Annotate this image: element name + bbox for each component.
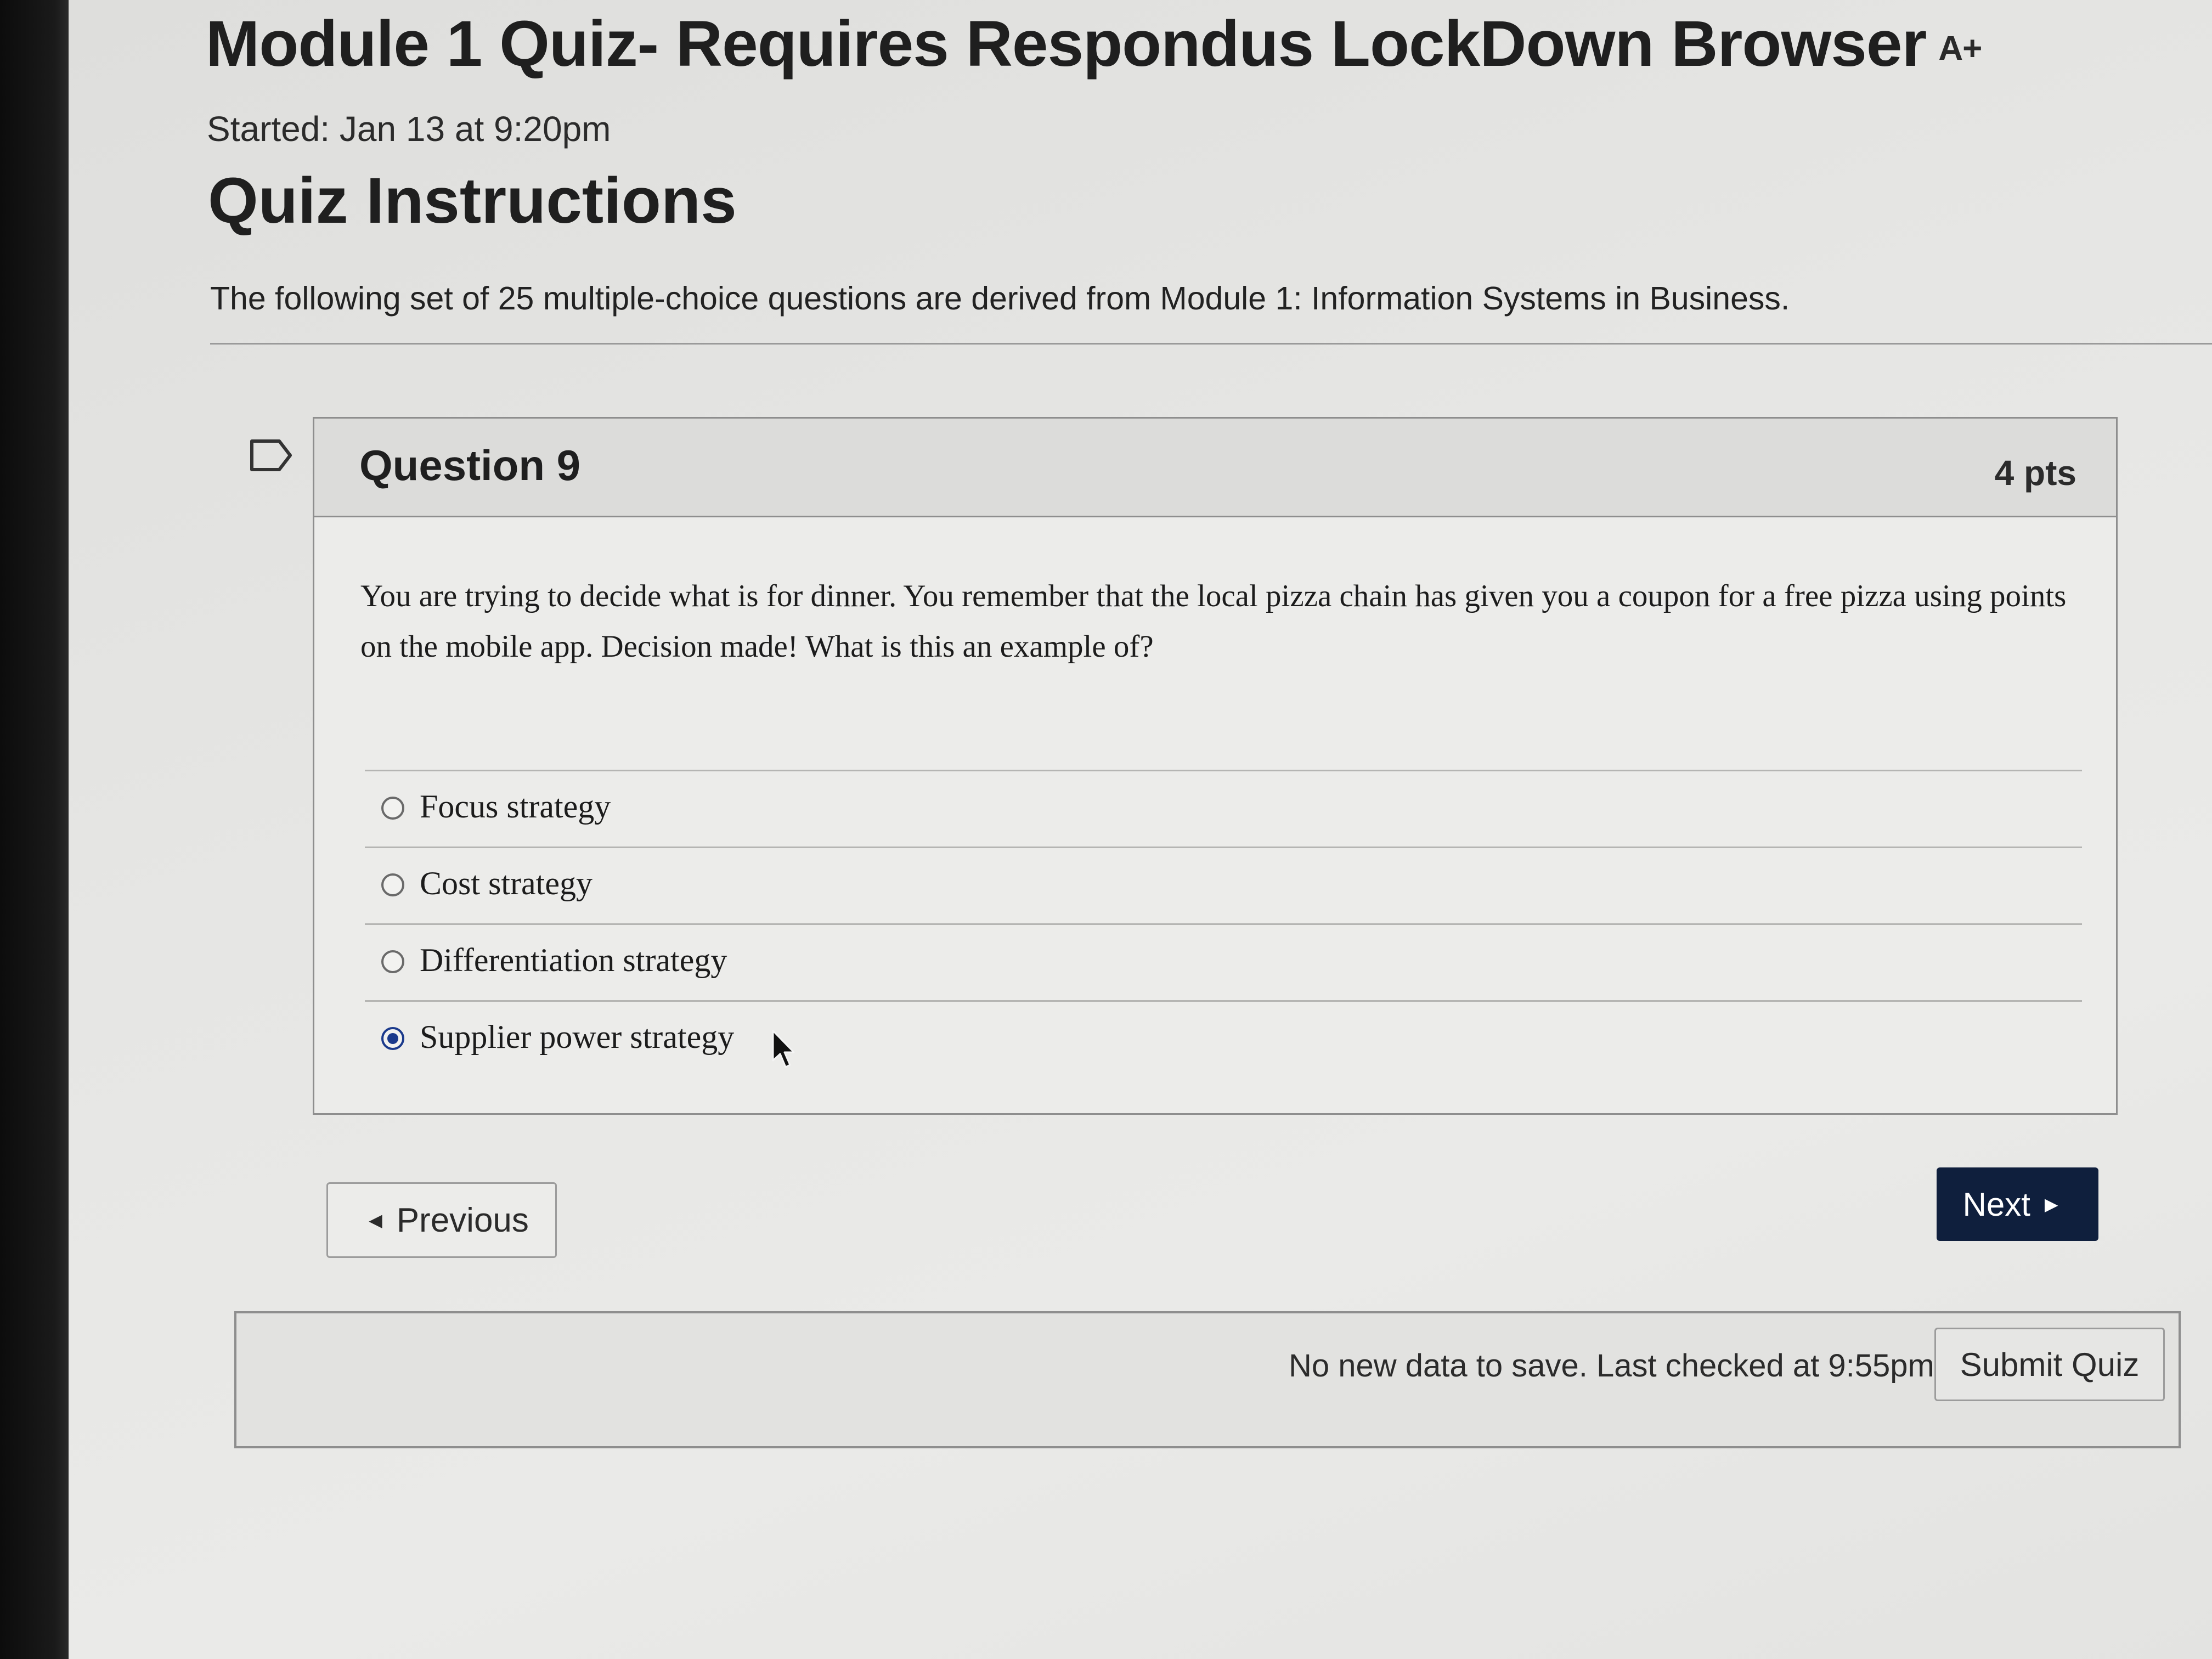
question-header: Question 9 4 pts [314, 419, 2116, 517]
autosave-status: No new data to save. Last checked at 9:5… [1289, 1348, 1934, 1384]
answer-option-cost-strategy[interactable]: Cost strategy [365, 847, 2082, 923]
question-text: You are trying to decide what is for din… [360, 579, 2067, 664]
question-number: Question 9 [359, 441, 581, 489]
caret-left-icon: ◀ [369, 1210, 382, 1230]
answer-label[interactable]: Focus strategy [420, 788, 611, 826]
submit-quiz-button[interactable]: Submit Quiz [1934, 1328, 2165, 1401]
text-size-icon[interactable]: A+ [1938, 29, 1982, 68]
instructions-divider [210, 343, 2212, 345]
quiz-status-bar: No new data to save. Last checked at 9:5… [234, 1311, 2181, 1448]
mouse-pointer-icon [772, 1030, 795, 1068]
question-card: Question 9 4 pts You are trying to decid… [313, 417, 2118, 1115]
answer-label[interactable]: Cost strategy [420, 865, 592, 902]
previous-button[interactable]: ◀ Previous [326, 1182, 557, 1258]
answer-option-focus-strategy[interactable]: Focus strategy [365, 770, 2082, 847]
quiz-page: Module 1 Quiz- Requires Respondus LockDo… [69, 0, 2212, 1659]
monitor-bezel [0, 0, 69, 1659]
answer-radio-selected[interactable] [381, 1027, 404, 1050]
answer-label[interactable]: Supplier power strategy [420, 1018, 734, 1056]
instructions-heading: Quiz Instructions [208, 165, 737, 237]
answer-list: Focus strategy Cost strategy Differentia… [365, 770, 2082, 1077]
quiz-started-time: Started: Jan 13 at 9:20pm [207, 109, 611, 149]
previous-button-label: Previous [396, 1201, 529, 1239]
answer-radio[interactable] [381, 873, 404, 896]
caret-right-icon: ▶ [2044, 1194, 2058, 1214]
quiz-title-text: Module 1 Quiz- Requires Respondus LockDo… [206, 8, 1927, 80]
answer-option-differentiation-strategy[interactable]: Differentiation strategy [365, 923, 2082, 1000]
answer-radio[interactable] [381, 950, 404, 973]
question-points: 4 pts [1994, 453, 2076, 493]
next-button-label: Next [1962, 1186, 2030, 1223]
next-button[interactable]: Next ▶ [1937, 1167, 2098, 1241]
instructions-text: The following set of 25 multiple-choice … [210, 280, 1790, 317]
answer-radio[interactable] [381, 797, 404, 820]
quiz-title: Module 1 Quiz- Requires Respondus LockDo… [206, 7, 1982, 81]
flag-question-icon[interactable] [250, 438, 294, 473]
answer-option-supplier-power-strategy[interactable]: Supplier power strategy [365, 1000, 2082, 1077]
answer-label[interactable]: Differentiation strategy [420, 941, 727, 979]
